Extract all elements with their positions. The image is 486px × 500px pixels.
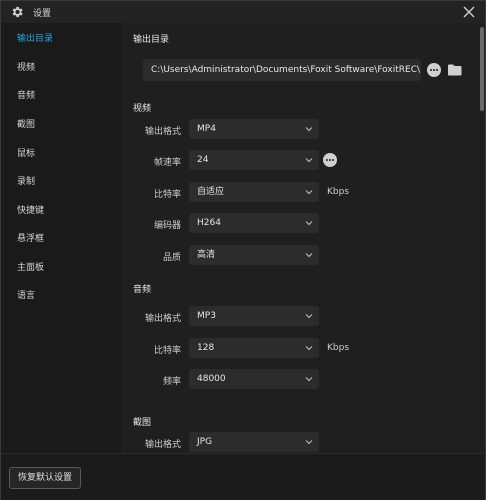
output-path-field[interactable]: C:\Users\Administrator\Documents\Foxit S…	[143, 59, 421, 81]
audio-bitrate-unit: Kbps	[327, 343, 350, 353]
settings-content: 输出目录 C:\Users\Administrator\Documents\Fo…	[121, 23, 477, 453]
audio-freq-label: 频率	[162, 377, 181, 387]
sidebar-item-main-panel[interactable]: 主面板	[1, 254, 121, 282]
close-icon[interactable]	[461, 4, 477, 20]
video-quality-select[interactable]: 高清	[189, 245, 319, 265]
audio-bitrate-label: 比特率	[153, 346, 181, 356]
video-quality-value: 高清	[197, 250, 216, 260]
video-format-label: 输出格式	[144, 127, 181, 137]
chevron-down-icon	[305, 346, 313, 351]
screenshot-format-select[interactable]: JPG	[189, 432, 319, 452]
title-bar: 设置	[1, 1, 485, 23]
sidebar-item-mouse[interactable]: 鼠标	[1, 140, 121, 168]
browse-more-button[interactable]	[427, 63, 441, 77]
video-format-select[interactable]: MP4	[189, 119, 319, 139]
sidebar-item-record[interactable]: 录制	[1, 168, 121, 196]
video-fps-value: 24	[197, 155, 209, 165]
audio-format-label: 输出格式	[144, 314, 181, 324]
sidebar-item-output-dir[interactable]: 输出目录	[1, 25, 121, 53]
footer: 恢复默认设置	[1, 453, 485, 500]
chevron-down-icon	[305, 221, 313, 226]
video-bitrate-unit: Kbps	[327, 187, 350, 197]
settings-window: 设置 输出目录 视频 音频 截图 鼠标 录制 快捷键 悬浮框 主面板 语言 输出…	[0, 0, 486, 500]
sidebar-item-floating-box[interactable]: 悬浮框	[1, 225, 121, 253]
video-bitrate-label: 比特率	[153, 190, 181, 200]
audio-format-value: MP3	[197, 311, 216, 321]
video-encoder-label: 编码器	[153, 221, 181, 231]
screenshot-format-value: JPG	[197, 437, 213, 447]
fps-more-button[interactable]	[323, 153, 337, 167]
audio-bitrate-value: 128	[197, 343, 215, 353]
sidebar-item-screenshot[interactable]: 截图	[1, 111, 121, 139]
chevron-down-icon	[305, 158, 313, 163]
section-title-output: 输出目录	[133, 35, 170, 45]
section-title-audio: 音频	[133, 285, 152, 295]
content-scrollbar[interactable]	[479, 23, 485, 453]
chevron-down-icon	[305, 127, 313, 132]
folder-icon[interactable]	[448, 64, 462, 76]
audio-freq-value: 48000	[197, 374, 226, 384]
sidebar-item-audio[interactable]: 音频	[1, 82, 121, 110]
sidebar: 输出目录 视频 音频 截图 鼠标 录制 快捷键 悬浮框 主面板 语言	[1, 23, 121, 453]
audio-format-select[interactable]: MP3	[189, 306, 319, 326]
screenshot-format-label: 输出格式	[144, 440, 181, 450]
chevron-down-icon	[305, 253, 313, 258]
section-title-video: 视频	[133, 104, 152, 114]
chevron-down-icon	[305, 190, 313, 195]
video-format-value: MP4	[197, 124, 216, 134]
sidebar-item-video[interactable]: 视频	[1, 54, 121, 82]
video-bitrate-value: 自适应	[197, 187, 225, 197]
restore-defaults-button[interactable]: 恢复默认设置	[9, 467, 81, 489]
chevron-down-icon	[305, 440, 313, 445]
gear-icon	[12, 6, 23, 18]
video-bitrate-select[interactable]: 自适应	[189, 182, 319, 202]
audio-bitrate-select[interactable]: 128	[189, 338, 319, 358]
video-encoder-value: H264	[197, 218, 221, 228]
scrollbar-thumb[interactable]	[480, 27, 484, 111]
section-title-screenshot: 截图	[133, 418, 152, 428]
video-quality-label: 品质	[162, 253, 181, 263]
video-fps-select[interactable]: 24	[189, 150, 319, 170]
sidebar-item-language[interactable]: 语言	[1, 282, 121, 310]
audio-freq-select[interactable]: 48000	[189, 369, 319, 389]
video-fps-label: 帧速率	[153, 158, 181, 168]
chevron-down-icon	[305, 377, 313, 382]
chevron-down-icon	[305, 314, 313, 319]
sidebar-item-hotkeys[interactable]: 快捷键	[1, 197, 121, 225]
video-encoder-select[interactable]: H264	[189, 213, 319, 233]
window-title: 设置	[33, 9, 52, 19]
